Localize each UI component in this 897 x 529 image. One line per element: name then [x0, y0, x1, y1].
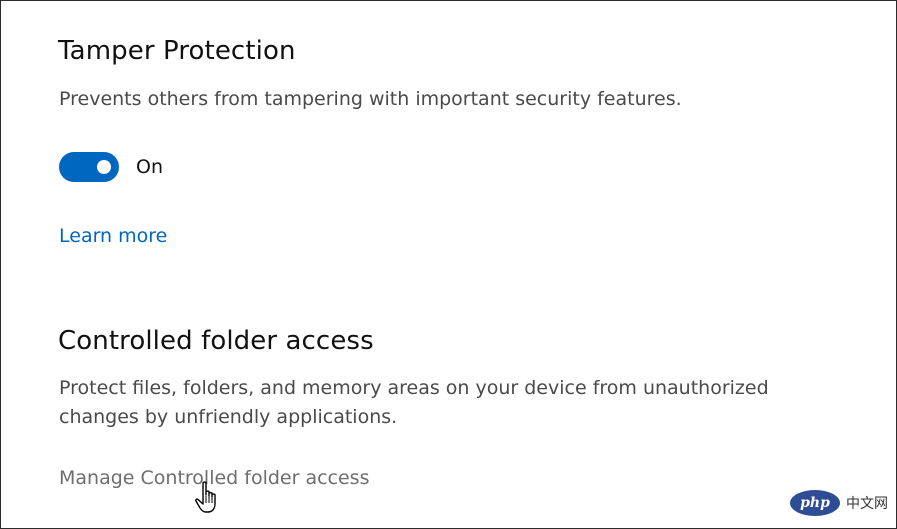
controlled-folder-access-description-line1: Protect files, folders, and memory areas…: [59, 377, 769, 399]
watermark: php 中文网: [790, 490, 888, 516]
tamper-protection-description: Prevents others from tampering with impo…: [59, 88, 682, 110]
tamper-protection-title: Tamper Protection: [58, 36, 296, 66]
toggle-knob: [97, 160, 111, 174]
settings-panel: Tamper Protection Prevents others from t…: [0, 0, 897, 529]
learn-more-link[interactable]: Learn more: [59, 225, 167, 247]
controlled-folder-access-description-line2: changes by unfriendly applications.: [59, 406, 398, 428]
watermark-site-text: 中文网: [846, 496, 888, 512]
tamper-protection-toggle[interactable]: [59, 152, 119, 182]
toggle-state-label: On: [136, 156, 163, 178]
hand-pointer-icon: [195, 481, 216, 513]
controlled-folder-access-title: Controlled folder access: [58, 326, 374, 356]
php-logo: php: [790, 490, 840, 516]
